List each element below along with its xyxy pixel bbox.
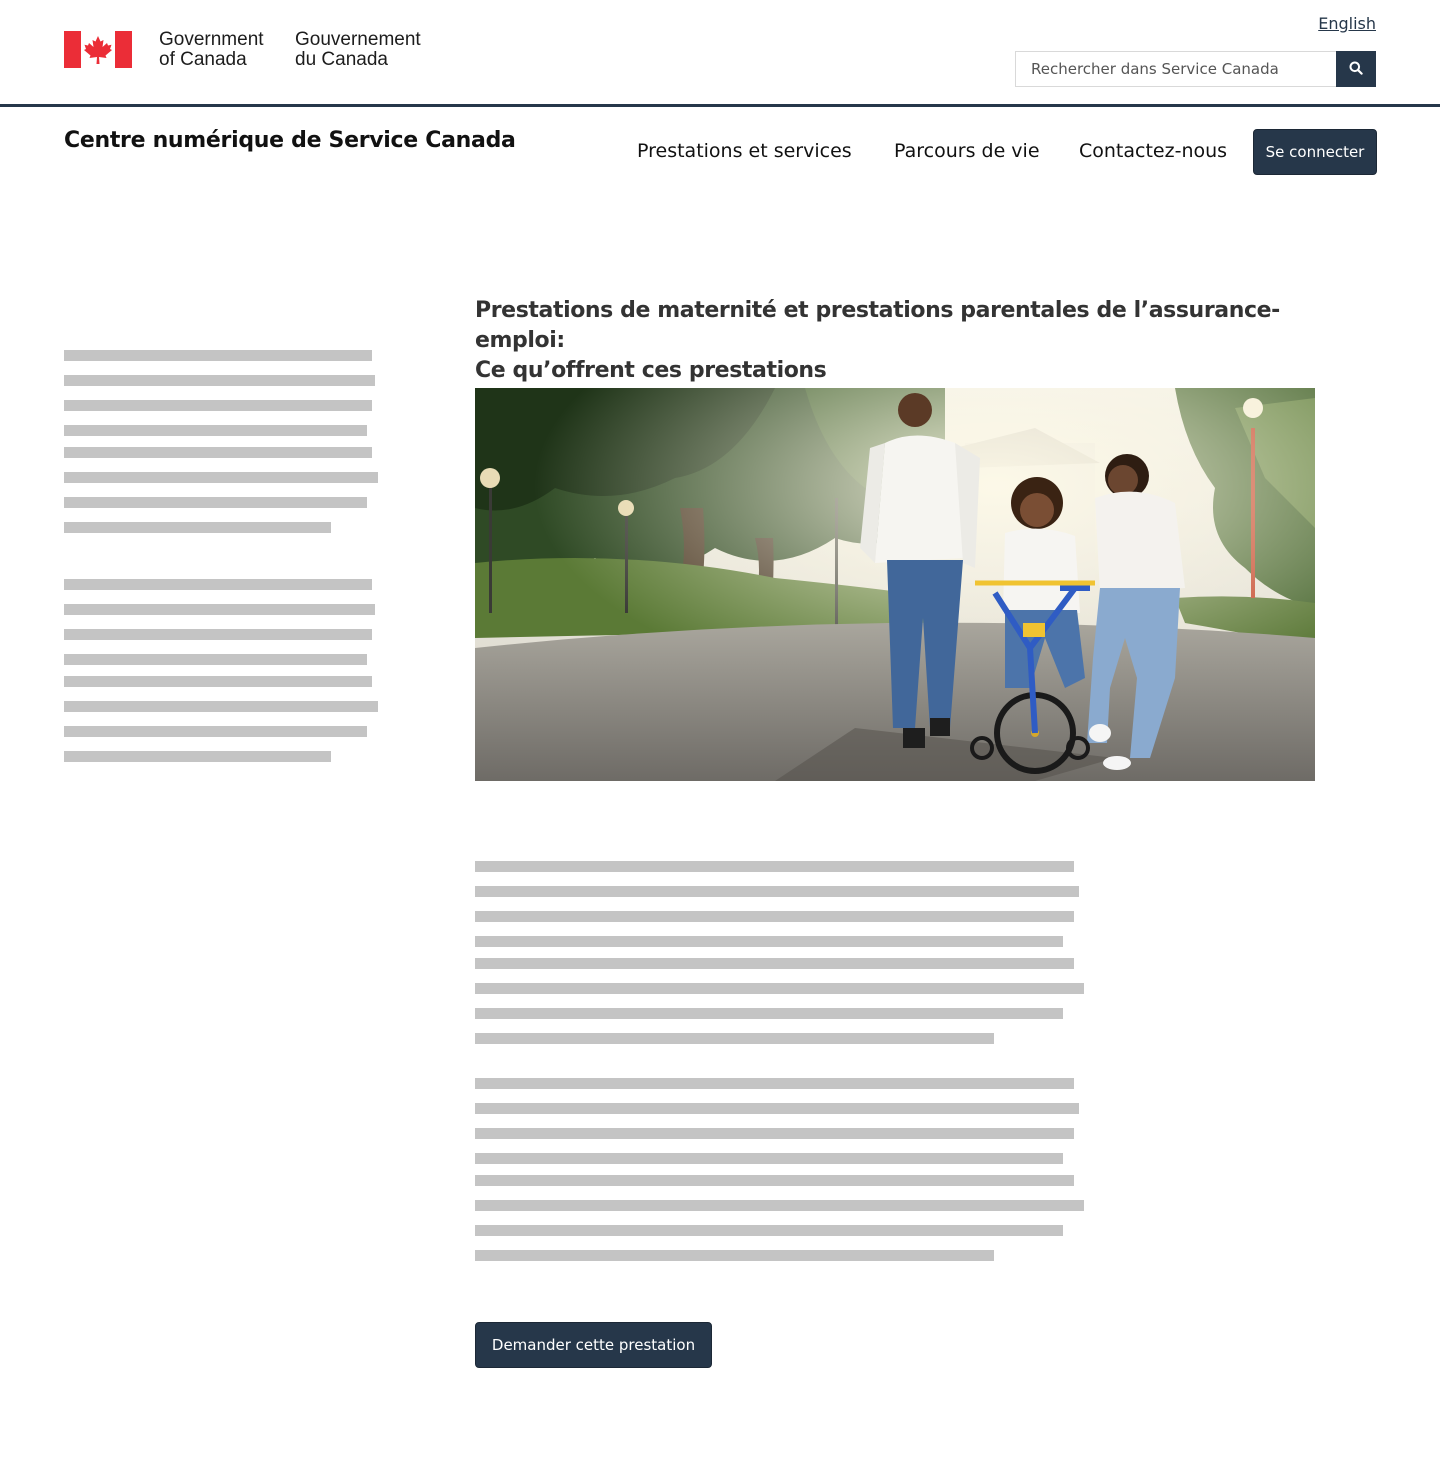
placeholder-line: [475, 1250, 994, 1261]
placeholder-line: [475, 1033, 994, 1044]
placeholder-line: [475, 1175, 1074, 1186]
government-of-canada-text: Government of Canada: [159, 29, 264, 70]
search-icon: [1349, 61, 1363, 78]
placeholder-line: [64, 604, 375, 615]
placeholder-line: [475, 1103, 1079, 1114]
placeholder-line: [475, 1008, 1063, 1019]
placeholder-line: [64, 350, 372, 361]
placeholder-line: [475, 911, 1074, 922]
banner-divider: [0, 104, 1440, 107]
placeholder-line: [475, 1078, 1074, 1089]
placeholder-line: [475, 886, 1079, 897]
apply-benefit-button[interactable]: Demander cette prestation: [475, 1322, 712, 1368]
placeholder-line: [64, 425, 367, 436]
search-form: [1015, 51, 1376, 87]
canada-wordmark-logo[interactable]: [64, 29, 132, 68]
placeholder-line: [475, 1128, 1074, 1139]
placeholder-line: [64, 676, 372, 687]
placeholder-line: [64, 654, 367, 665]
placeholder-line: [64, 751, 331, 762]
placeholder-line: [475, 1225, 1063, 1236]
gouvernement-du-canada-text: Gouvernement du Canada: [295, 29, 421, 70]
page-title-line-1: Prestations de maternité et prestations …: [475, 298, 1280, 353]
placeholder-line: [64, 726, 367, 737]
search-button[interactable]: [1336, 51, 1376, 87]
site-title[interactable]: Centre numérique de Service Canada: [64, 128, 516, 153]
government-banner: Government of Canada Gouvernement du Can…: [0, 0, 1440, 104]
placeholder-line: [64, 629, 372, 640]
page-title-line-2: Ce qu’offrent ces prestations: [475, 358, 827, 383]
nav-item-contact-us[interactable]: Contactez-nous: [1079, 140, 1227, 162]
placeholder-line: [64, 472, 378, 483]
page-title: Prestations de maternité et prestations …: [475, 296, 1305, 386]
placeholder-line: [475, 983, 1084, 994]
placeholder-line: [475, 1200, 1084, 1211]
placeholder-line: [475, 936, 1063, 947]
sign-in-button[interactable]: Se connecter: [1253, 129, 1377, 175]
search-input[interactable]: [1015, 51, 1336, 87]
placeholder-line: [475, 861, 1074, 872]
canada-flag-icon: [64, 31, 132, 68]
placeholder-line: [64, 497, 367, 508]
language-toggle-link[interactable]: English: [1318, 14, 1376, 33]
placeholder-line: [64, 447, 372, 458]
placeholder-line: [64, 375, 375, 386]
nav-item-benefits-services[interactable]: Prestations et services: [637, 140, 852, 162]
placeholder-line: [475, 958, 1074, 969]
placeholder-line: [64, 579, 372, 590]
hero-image-family-bicycle: [475, 388, 1315, 781]
placeholder-line: [475, 1153, 1063, 1164]
nav-item-life-journeys[interactable]: Parcours de vie: [894, 140, 1040, 162]
placeholder-line: [64, 400, 372, 411]
placeholder-line: [64, 522, 331, 533]
placeholder-line: [64, 701, 378, 712]
